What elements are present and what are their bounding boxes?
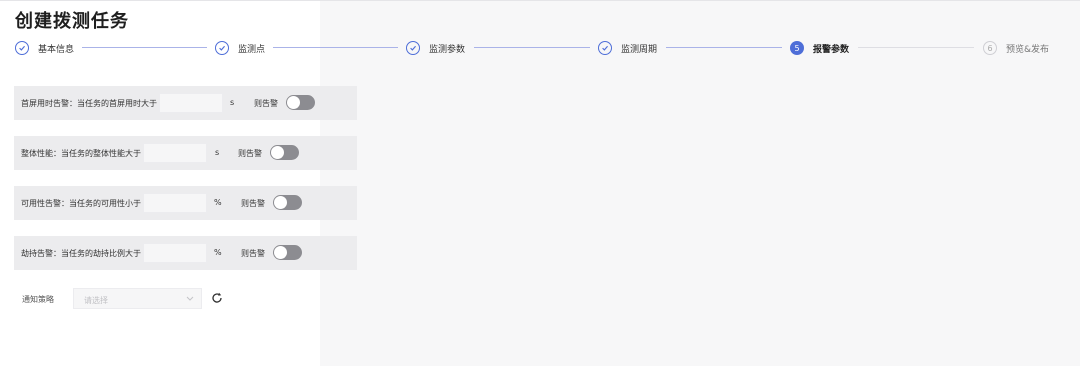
overall-performance-threshold-input[interactable]	[143, 143, 207, 163]
alarm-suffix: 则告警	[238, 149, 262, 158]
select-placeholder: 请选择	[84, 296, 108, 305]
step-label: 预览&发布	[1006, 44, 1050, 55]
alert-row-hijack: 劫持告警：当任务的劫持比例大于 % 则告警	[14, 236, 357, 270]
check-icon	[15, 41, 29, 55]
hijack-alert-toggle[interactable]	[273, 245, 302, 260]
availability-threshold-input[interactable]	[143, 193, 207, 213]
step-number: 5	[790, 41, 804, 55]
availability-alert-toggle[interactable]	[273, 195, 302, 210]
toggle-knob	[274, 196, 287, 209]
page-title: 创建拨测任务	[15, 11, 129, 32]
alert-row-first-screen: 首屏用时告警：当任务的首屏用时大于 s 则告警	[14, 86, 357, 120]
alert-row-availability: 可用性告警：当任务的可用性小于 % 则告警	[14, 186, 357, 220]
alert-label: 整体性能：当任务的整体性能大于	[21, 149, 141, 158]
step-preview-publish[interactable]: 6 预览&发布	[983, 39, 1049, 57]
step-number: 6	[983, 41, 997, 55]
refresh-icon[interactable]	[211, 292, 223, 304]
alarm-suffix: 则告警	[254, 99, 278, 108]
unit-label: %	[214, 248, 222, 257]
step-connector	[82, 47, 207, 48]
unit-label: %	[214, 198, 222, 207]
first-screen-threshold-input[interactable]	[159, 93, 223, 113]
step-label: 基本信息	[38, 44, 75, 55]
first-screen-alert-toggle[interactable]	[286, 95, 315, 110]
step-connector	[858, 47, 974, 48]
alarm-suffix: 则告警	[241, 199, 265, 208]
toggle-knob	[287, 96, 300, 109]
toggle-knob	[271, 146, 284, 159]
step-monitor-point[interactable]: 监测点	[215, 39, 265, 57]
unit-label: s	[215, 148, 220, 157]
steps-bar: 基本信息 监测点 监测参数 监测周期 5 报警参数 6 预览&发布	[0, 39, 1080, 57]
check-icon	[406, 41, 420, 55]
alert-label: 可用性告警：当任务的可用性小于	[21, 199, 141, 208]
step-connector	[666, 47, 782, 48]
alert-row-overall-performance: 整体性能：当任务的整体性能大于 s 则告警	[14, 136, 357, 170]
step-connector	[273, 47, 398, 48]
step-monitor-params[interactable]: 监测参数	[406, 39, 465, 57]
step-label: 监测点	[238, 44, 266, 55]
check-icon	[215, 41, 229, 55]
step-basic-info[interactable]: 基本信息	[15, 39, 74, 57]
step-label: 监测周期	[621, 44, 658, 55]
overall-performance-alert-toggle[interactable]	[270, 145, 299, 160]
hijack-threshold-input[interactable]	[143, 243, 207, 263]
alert-label: 劫持告警：当任务的劫持比例大于	[21, 249, 141, 258]
step-connector	[474, 47, 590, 48]
notify-strategy-select[interactable]: 请选择	[73, 288, 202, 309]
step-alarm-params[interactable]: 5 报警参数	[790, 39, 849, 57]
notify-strategy-label: 通知策略	[22, 295, 54, 304]
step-monitor-cycle[interactable]: 监测周期	[598, 39, 657, 57]
step-label: 报警参数	[813, 44, 850, 55]
step-label: 监测参数	[429, 44, 466, 55]
toggle-knob	[274, 246, 287, 259]
top-divider	[0, 0, 1080, 1]
alert-label: 首屏用时告警：当任务的首屏用时大于	[21, 99, 157, 108]
chevron-down-icon	[186, 296, 194, 301]
unit-label: s	[230, 98, 235, 107]
alarm-suffix: 则告警	[241, 249, 265, 258]
check-icon	[598, 41, 612, 55]
